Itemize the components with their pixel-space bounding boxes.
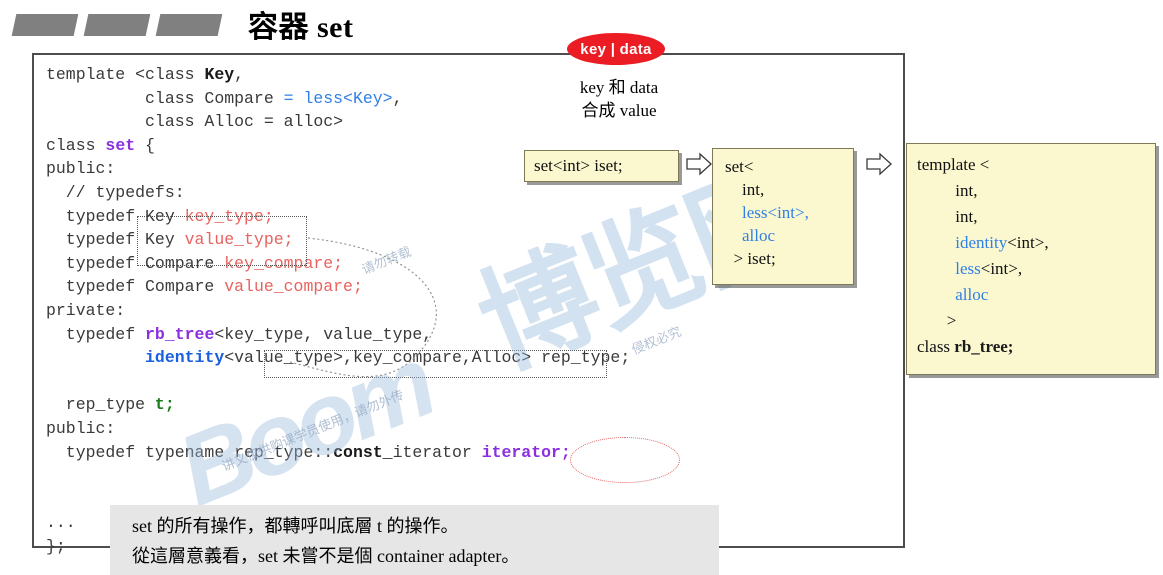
- source-code-block: template <class Key, class Compare = les…: [46, 63, 906, 558]
- set-instantiation-box: set< int, less<int>, alloc > iset;: [712, 148, 854, 285]
- parallelogram-bullet-icon: [11, 14, 79, 36]
- code-line: >: [917, 311, 957, 330]
- footnote-box: set 的所有操作，都轉呼叫底層 t 的操作。 從這層意義看，set 未嘗不是個…: [110, 505, 719, 575]
- code-line: template <: [917, 155, 990, 174]
- code-line: class Compare = less<Key>,: [46, 88, 403, 108]
- code-line: less<int>,: [955, 259, 1023, 278]
- code-line: class Alloc = alloc>: [46, 112, 344, 132]
- code-line: private:: [46, 300, 126, 320]
- hollow-right-arrow-icon: [866, 152, 892, 176]
- code-line: typedef typename rep_type::const_iterato…: [46, 442, 571, 462]
- key-data-badge: key | data: [567, 33, 665, 65]
- parallelogram-bullet-icon: [155, 14, 223, 36]
- rbtree-instantiation-box: template < int, int, identity<int>, less…: [906, 143, 1156, 375]
- code-line: rep_type t;: [46, 395, 175, 415]
- parallelogram-bullet-icon: [83, 14, 151, 36]
- code-line: > iset;: [725, 249, 776, 268]
- code-line: public:: [46, 418, 116, 438]
- code-line: class rb_tree;: [917, 337, 1014, 356]
- code-line: int,: [725, 180, 765, 199]
- code-line: set<: [725, 157, 754, 176]
- code-line: int,: [917, 181, 978, 200]
- code-line: template <class Key,: [46, 65, 245, 84]
- slide-root: 容器 set 博览网 Boom 讲义仅供购课学员使用，请勿外传 请勿转载 侵权必…: [0, 0, 1163, 575]
- code-line: alloc: [955, 285, 989, 304]
- page-title: 容器 set: [248, 11, 354, 44]
- code-line: typedef rb_tree<key_type, value_type,: [46, 324, 433, 344]
- code-line: identity<int>,: [955, 233, 1049, 252]
- code-line: alloc: [742, 226, 776, 245]
- declaration-box: set<int> iset;: [524, 150, 679, 182]
- hollow-right-arrow-icon: [686, 152, 712, 176]
- declaration-text: set<int> iset;: [534, 156, 623, 175]
- key-data-note: key 和 data 合成 value: [579, 78, 659, 120]
- code-line: identity<value_type>,key_compare,Alloc> …: [145, 348, 631, 368]
- code-line: int,: [917, 207, 978, 226]
- code-line: less<int>,: [742, 203, 809, 222]
